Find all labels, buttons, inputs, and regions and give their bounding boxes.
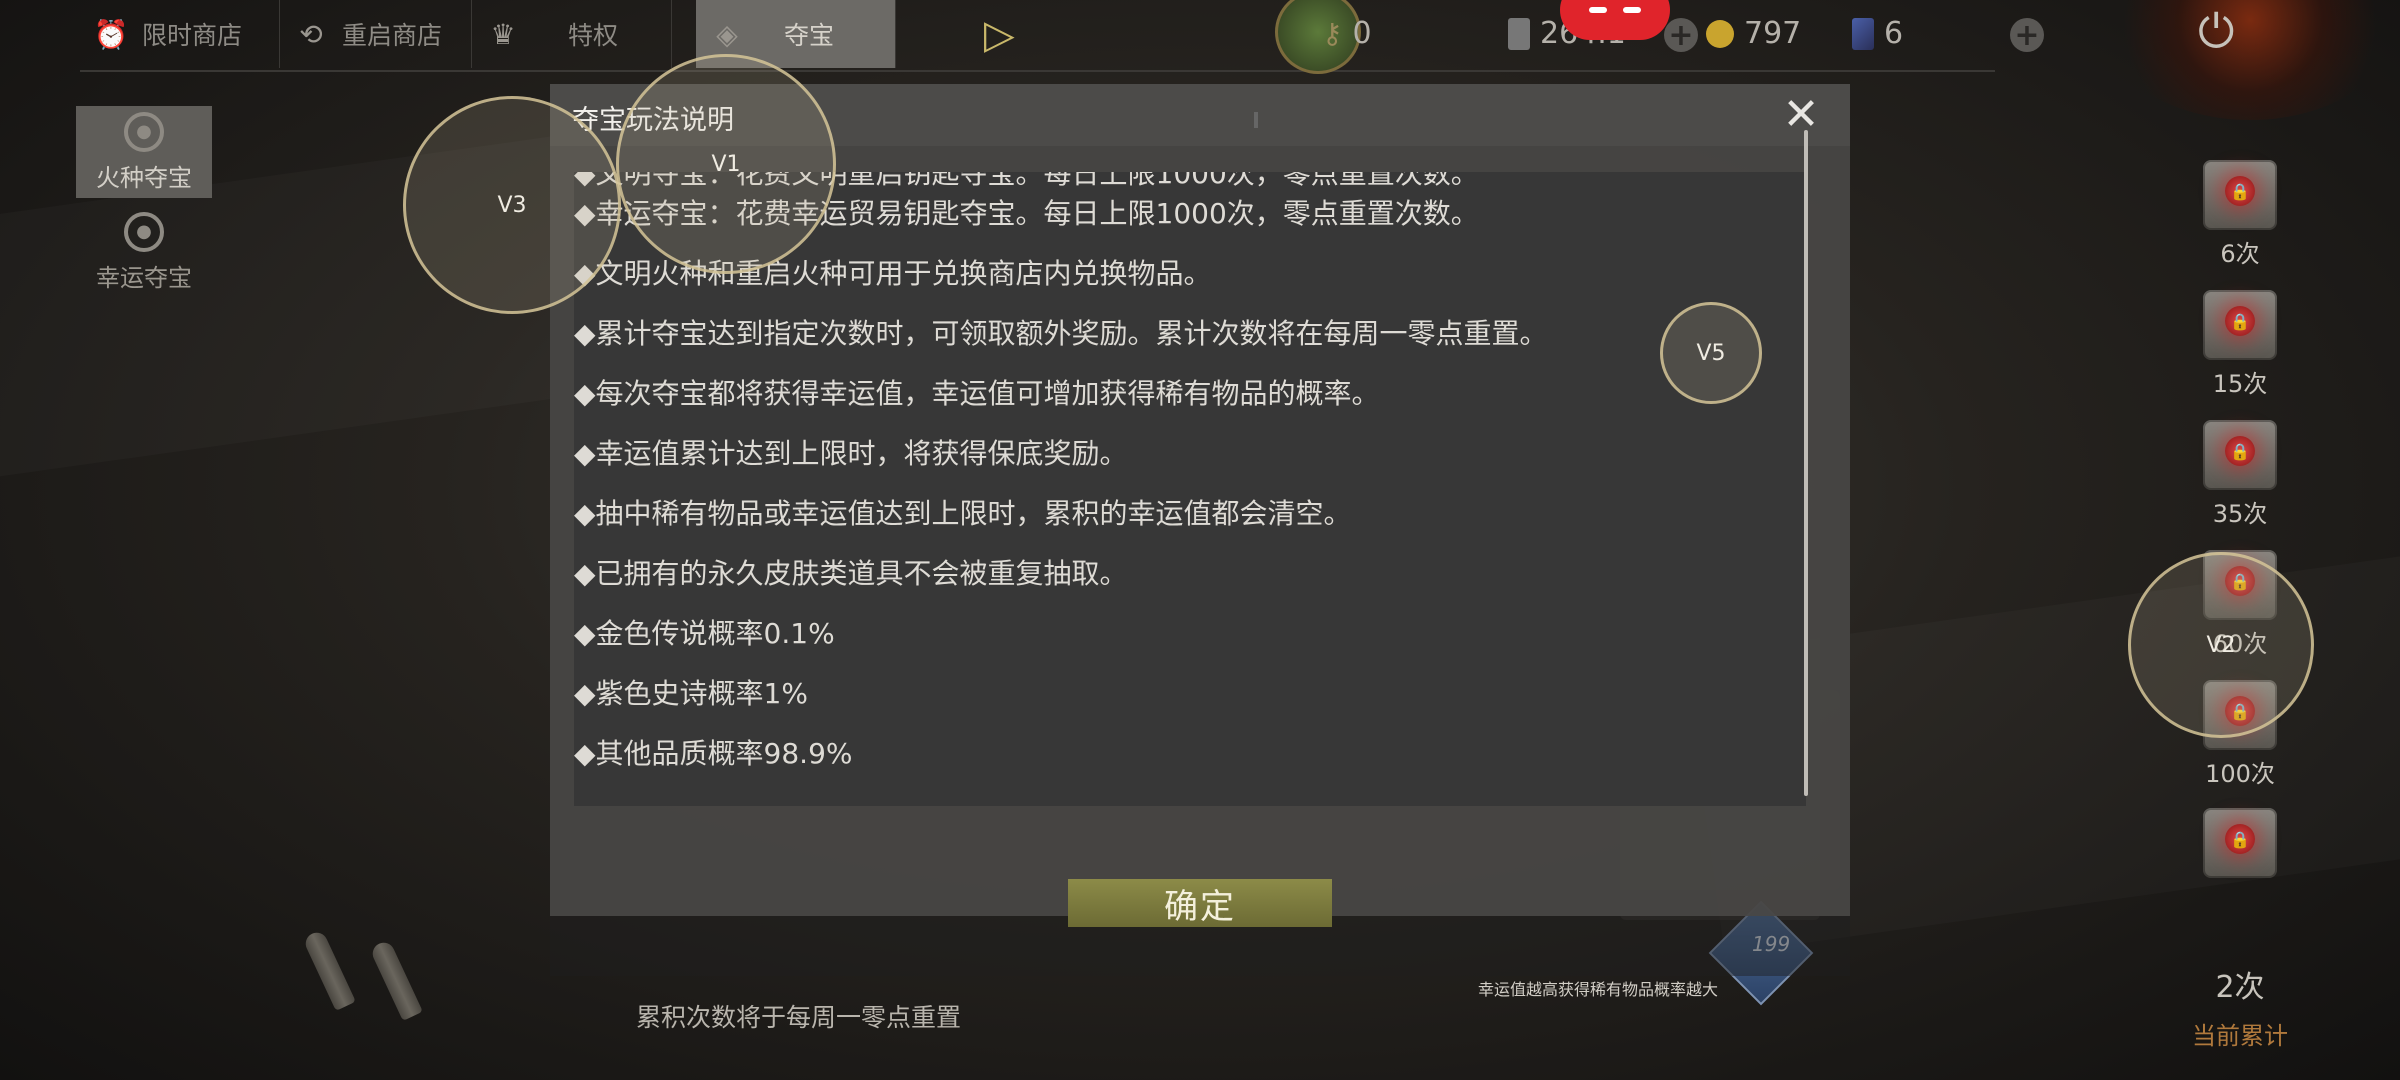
rule-item: ◆金色传说概率0.1%	[574, 617, 835, 650]
film-reel-icon: ●	[124, 211, 164, 252]
reward-chest-final[interactable]: 🔒	[2200, 808, 2280, 878]
restart-icon: ⟲	[299, 17, 323, 51]
privilege-icon: ♛	[490, 17, 516, 51]
lock-icon: 🔒	[2225, 436, 2255, 466]
annotation-v5: V5	[1660, 302, 1762, 404]
phone-icon	[1508, 17, 1530, 50]
reward-chest-15[interactable]: 🔒 15次	[2200, 290, 2280, 399]
rule-item: ◆已拥有的永久皮肤类道具不会被重复抽取。	[574, 557, 1128, 590]
counter-value: 2次	[2215, 970, 2265, 1005]
sidebar-item-label: 火种夺宝	[96, 163, 192, 192]
sidebar-item-spark-treasure[interactable]: ● 火种夺宝	[76, 106, 212, 198]
rule-item: ◆抽中稀有物品或幸运值达到上限时，累积的幸运值都会清空。	[574, 497, 1352, 530]
chest-icon: 🔒	[2203, 420, 2277, 490]
tab-label: 限时商店	[142, 21, 243, 50]
confirm-button[interactable]: 确定	[1068, 879, 1332, 927]
scrollbar[interactable]	[1804, 130, 1808, 796]
rule-item: ◆每次夺宝都将获得幸运值，幸运值可增加获得稀有物品的概率。	[574, 377, 1380, 410]
lock-icon: 🔒	[2225, 306, 2255, 336]
alarm-clock-icon: ⏰	[93, 17, 129, 51]
tab-limited-shop[interactable]: ⏰ 限时商店	[80, 0, 280, 68]
reward-chest-35[interactable]: 🔒 35次	[2200, 420, 2280, 529]
counter-label: 当前累计	[2192, 1022, 2288, 1050]
rule-item: ◆累计夺宝达到指定次数时，可领取额外奖励。累计次数将在每周一零点重置。	[574, 317, 1548, 350]
rule-item: ◆紫色史诗概率1%	[574, 677, 808, 710]
sidebar-item-label: 幸运夺宝	[96, 263, 192, 292]
chest-label: 6次	[2220, 240, 2260, 268]
card-count: 6	[1884, 16, 1904, 51]
coin-resource: 797	[1706, 16, 1801, 51]
sidebar-item-lucky-treasure[interactable]: ● 幸运夺宝	[76, 206, 212, 298]
reset-footnote: 累积次数将于每周一零点重置	[636, 1003, 962, 1032]
key-resource: ⚷ 0	[1322, 16, 1372, 51]
tab-label: 特权	[568, 21, 619, 50]
film-reel-icon: ●	[124, 111, 164, 152]
chest-icon: 🔒	[2203, 808, 2277, 878]
tab-restart-shop[interactable]: ⟲ 重启商店	[280, 0, 472, 68]
chest-label: 100次	[2205, 760, 2275, 788]
chest-label: 35次	[2212, 500, 2268, 528]
tab-label: 重启商店	[342, 21, 443, 50]
scrollbar-cap	[1254, 112, 1258, 128]
lock-icon: 🔒	[2225, 824, 2255, 854]
power-icon[interactable]: ⏻	[2198, 4, 2234, 60]
chest-icon: 🔒	[2203, 290, 2277, 360]
coin-count: 797	[1744, 16, 1802, 51]
rule-item: ◆其他品质概率98.9%	[574, 737, 853, 770]
lock-icon: 🔒	[2225, 176, 2255, 206]
rule-item: ◆幸运值累计达到上限时，将获得保底奖励。	[574, 437, 1128, 470]
tab-privilege[interactable]: ♛ 特权	[472, 0, 672, 68]
annotation-v2: V2	[2128, 552, 2314, 738]
key-count: 0	[1352, 16, 1372, 51]
treasure-icon: ◈	[716, 17, 738, 51]
close-icon[interactable]: ✕	[1780, 93, 1822, 137]
reward-chest-6[interactable]: 🔒 6次	[2200, 160, 2280, 269]
notification-badge[interactable]	[1560, 0, 1670, 40]
coin-icon	[1706, 19, 1734, 48]
accumulated-counter: 2次 当前累计	[2190, 962, 2290, 1051]
card-resource: 6	[1852, 16, 1903, 51]
luck-hint: 幸运值越高获得稀有物品概率越大	[1478, 980, 1719, 999]
chest-icon: 🔒	[2203, 160, 2277, 230]
key-icon: ⚷	[1322, 17, 1343, 50]
add-credit-button[interactable]: +	[1664, 18, 1698, 53]
tab-next-arrow-icon[interactable]: ▷	[984, 12, 1015, 58]
add-card-button[interactable]: +	[2010, 18, 2044, 53]
chest-label: 15次	[2212, 370, 2268, 398]
tab-label: 夺宝	[784, 21, 835, 50]
annotation-v1: V1	[616, 54, 836, 274]
card-icon	[1852, 17, 1874, 50]
annotation-v3: V3	[403, 96, 621, 314]
